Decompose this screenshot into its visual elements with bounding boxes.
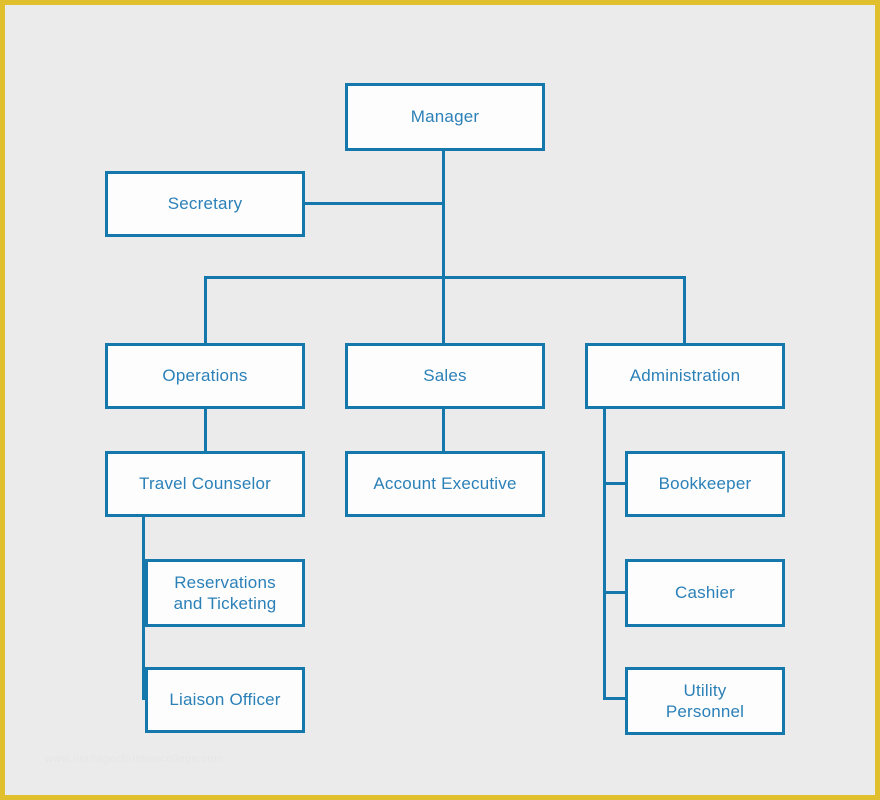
org-node-travel-counselor[interactable]: Travel Counselor	[105, 451, 305, 517]
org-node-reservations[interactable]: Reservations and Ticketing	[145, 559, 305, 627]
org-node-label: Administration	[629, 366, 741, 386]
org-node-label: Liaison Officer	[169, 690, 281, 710]
org-node-operations[interactable]: Operations	[105, 343, 305, 409]
org-node-sales[interactable]: Sales	[345, 343, 545, 409]
org-node-secretary[interactable]: Secretary	[105, 171, 305, 237]
org-node-label: Secretary	[167, 194, 243, 214]
org-node-manager[interactable]: Manager	[345, 83, 545, 151]
watermark-text: www.heritagechristiancollege.com	[45, 753, 224, 765]
connector-administration-drop	[683, 276, 686, 343]
connector-secretary-link	[305, 202, 445, 205]
org-node-label: Bookkeeper	[658, 474, 752, 494]
org-node-label: Reservations and Ticketing	[173, 572, 277, 613]
org-node-label: Account Executive	[373, 474, 517, 494]
connector-administration-trunk	[603, 409, 606, 700]
org-node-label: Sales	[423, 366, 467, 386]
org-node-label: Cashier	[675, 583, 735, 603]
org-node-label: Operations	[162, 366, 248, 386]
org-node-cashier[interactable]: Cashier	[625, 559, 785, 627]
org-node-label: Utility Personnel	[665, 680, 745, 721]
connector-operations-to-travel	[204, 409, 207, 451]
connector-manager-stem	[442, 151, 445, 278]
connector-sales-to-account	[442, 409, 445, 451]
org-chart-screen: Manager Secretary Operations Sales Administr…	[0, 0, 880, 800]
org-node-label: Manager	[410, 107, 480, 127]
org-node-label: Travel Counselor	[138, 474, 271, 494]
org-node-administration[interactable]: Administration	[585, 343, 785, 409]
org-node-liaison-officer[interactable]: Liaison Officer	[145, 667, 305, 733]
org-node-account-executive[interactable]: Account Executive	[345, 451, 545, 517]
org-node-utility-personnel[interactable]: Utility Personnel	[625, 667, 785, 735]
org-node-bookkeeper[interactable]: Bookkeeper	[625, 451, 785, 517]
connector-level1-bus	[204, 276, 686, 279]
org-chart-canvas: Manager Secretary Operations Sales Administr…	[5, 5, 875, 795]
connector-sales-drop	[442, 276, 445, 343]
connector-operations-drop	[204, 276, 207, 343]
